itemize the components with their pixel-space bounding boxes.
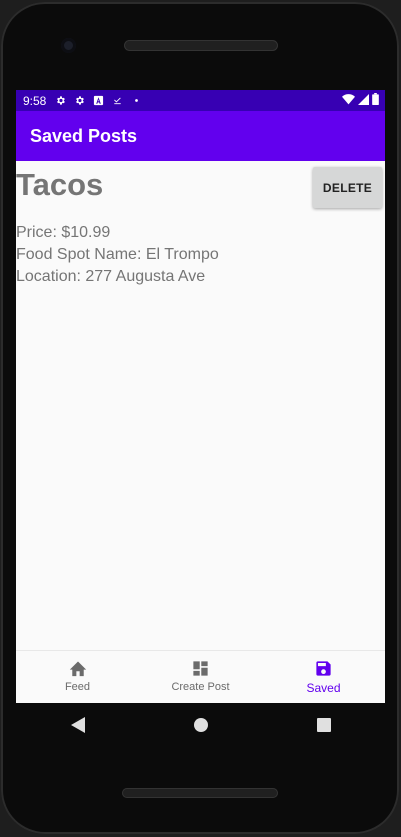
nav-item-create-post[interactable]: Create Post [139, 651, 262, 703]
nav-label-feed: Feed [64, 681, 91, 693]
post-price: Price: $10.99 [16, 224, 111, 241]
status-time: 9:58 [23, 93, 47, 108]
post-details: Price: $10.99 Food Spot Name: El Trompo … [16, 222, 219, 288]
dot-icon [130, 95, 142, 107]
status-system-icons [342, 93, 379, 108]
dashboard-icon [191, 658, 211, 678]
gear-icon [54, 95, 66, 107]
download-done-icon [111, 95, 123, 107]
top-speaker [124, 40, 278, 51]
delete-button[interactable]: DELETE [313, 167, 382, 208]
a-icon [92, 95, 104, 107]
nav-label-create-post: Create Post [171, 681, 230, 693]
page-title: Saved Posts [30, 125, 138, 146]
post-food-spot: Food Spot Name: El Trompo [16, 246, 219, 263]
screen: 9:58 Saved Posts Tacos DELETE Price: $10… [16, 90, 385, 703]
save-icon [314, 658, 334, 678]
saved-post-card: Tacos DELETE Price: $10.99 Food Spot Nam… [16, 161, 385, 651]
wifi-icon [342, 93, 355, 108]
status-bar: 9:58 [16, 90, 385, 111]
nav-item-saved[interactable]: Saved [262, 651, 385, 703]
app-bar: Saved Posts [16, 111, 385, 161]
front-camera [61, 38, 76, 53]
nav-label-saved: Saved [306, 681, 341, 695]
nav-item-feed[interactable]: Feed [16, 651, 139, 703]
bottom-navigation: Feed Create Post Saved [16, 650, 385, 703]
home-icon [68, 658, 88, 678]
signal-icon [358, 93, 369, 108]
phone-frame: 9:58 Saved Posts Tacos DELETE Price: $10… [0, 0, 401, 837]
bottom-speaker [122, 788, 278, 798]
gear-icon [73, 95, 85, 107]
status-notification-icons [54, 95, 142, 107]
back-icon[interactable] [63, 710, 93, 740]
post-location: Location: 277 Augusta Ave [16, 268, 206, 285]
home-circle-icon[interactable] [186, 710, 216, 740]
system-navigation-bar [16, 703, 385, 747]
battery-icon [372, 93, 379, 108]
recents-icon[interactable] [309, 710, 339, 740]
post-title: Tacos [16, 167, 104, 202]
